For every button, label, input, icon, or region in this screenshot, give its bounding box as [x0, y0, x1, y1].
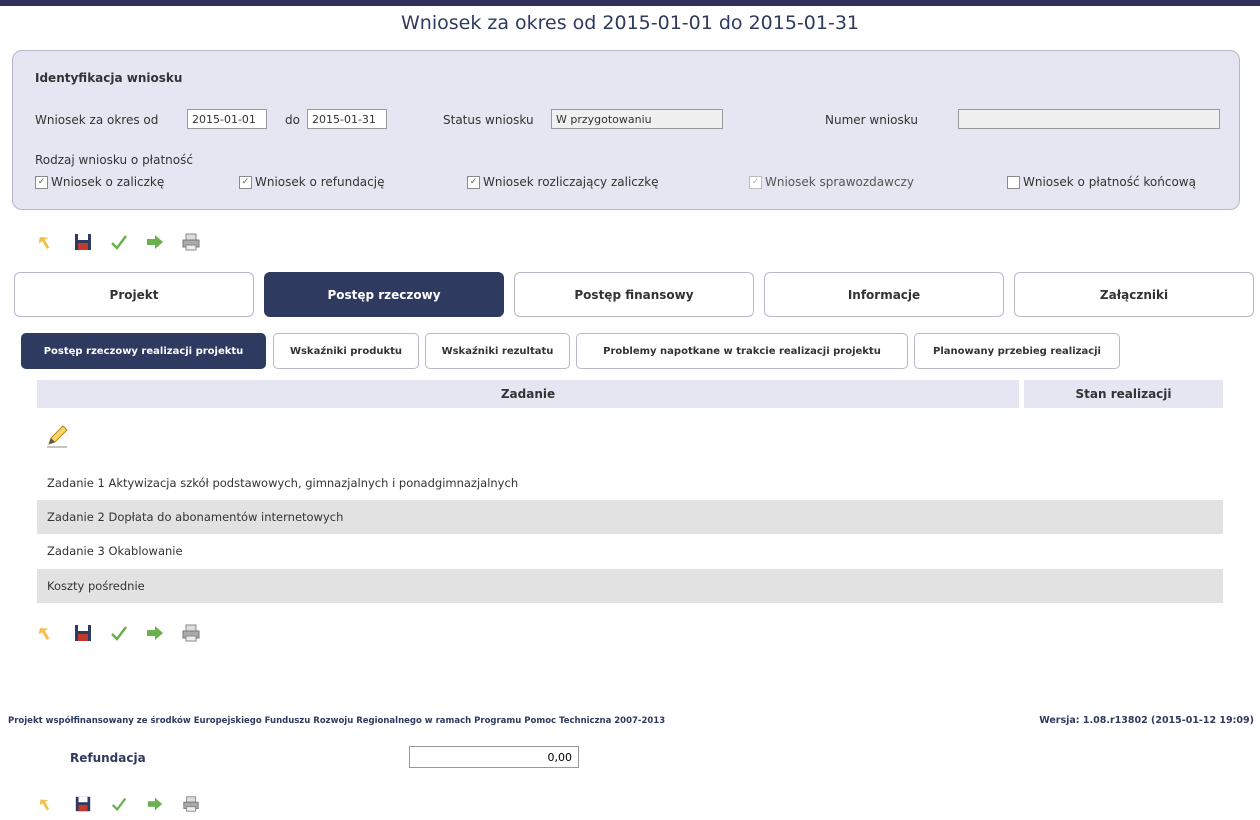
refundacja-label: Refundacja [70, 751, 146, 765]
check-icon[interactable] [108, 793, 130, 815]
checkbox-label: Wniosek rozliczający zaliczkę [483, 175, 659, 189]
number-field [958, 109, 1220, 129]
checkbox-box[interactable]: ✓ [35, 175, 48, 189]
tab-informacje[interactable]: Informacje [764, 272, 1004, 317]
footer-cofinancing-text: Projekt współfinansowany ze środków Euro… [8, 716, 666, 726]
row-zadanie: Koszty pośrednie [47, 579, 145, 593]
page-title: Wniosek za okres od 2015-01-01 do 2015-0… [401, 12, 859, 34]
forward-icon[interactable] [144, 793, 166, 815]
column-header-zadanie: Zadanie [37, 380, 1019, 408]
checkbox-box[interactable] [1007, 175, 1020, 189]
subtab-postep-rzeczowy-realizacji[interactable]: Postęp rzeczowy realizacji projektu [21, 333, 266, 369]
period-from-label: Wniosek za okres od [35, 113, 159, 127]
table-row[interactable]: Zadanie 3 Okablowanie [37, 534, 1223, 568]
print-icon[interactable] [180, 231, 202, 253]
identification-heading: Identyfikacja wniosku [35, 71, 183, 85]
subtab-wskazniki-produktu[interactable]: Wskaźniki produktu [273, 333, 419, 369]
subtab-planowany-przebieg[interactable]: Planowany przebieg realizacji [914, 333, 1120, 369]
checkbox-zaliczka[interactable]: ✓ Wniosek o zaliczkę [35, 175, 164, 189]
period-from-input[interactable] [187, 109, 267, 129]
top-border [0, 0, 1260, 6]
toolbar-bottom [36, 622, 202, 644]
save-icon[interactable] [72, 231, 94, 253]
checkbox-rozliczajacy[interactable]: ✓ Wniosek rozliczający zaliczkę [467, 175, 659, 189]
period-to-input[interactable] [307, 109, 387, 129]
tab-postep-finansowy[interactable]: Postęp finansowy [514, 272, 754, 317]
status-field [551, 109, 723, 129]
number-label: Numer wniosku [825, 113, 918, 127]
subtab-wskazniki-rezultatu[interactable]: Wskaźniki rezultatu [425, 333, 570, 369]
checkbox-box[interactable]: ✓ [467, 175, 480, 189]
forward-icon[interactable] [144, 622, 166, 644]
subtab-problemy[interactable]: Problemy napotkane w trakcie realizacji … [576, 333, 908, 369]
undo-icon[interactable] [36, 231, 58, 253]
row-zadanie: Zadanie 1 Aktywizacja szkół podstawowych… [47, 476, 519, 490]
checkbox-label: Wniosek o płatność końcową [1023, 175, 1196, 189]
period-to-label: do [285, 113, 300, 127]
checkbox-sprawozdawczy: ✓ Wniosek sprawozdawczy [749, 175, 914, 189]
row-zadanie: Zadanie 3 Okablowanie [47, 544, 183, 558]
checkbox-label: Wniosek o zaliczkę [51, 175, 165, 189]
row-zadanie: Zadanie 2 Dopłata do abonamentów interne… [47, 510, 344, 524]
print-icon[interactable] [180, 793, 202, 815]
table-row[interactable]: Zadanie 2 Dopłata do abonamentów interne… [37, 500, 1223, 534]
forward-icon[interactable] [144, 231, 166, 253]
tab-postep-rzeczowy[interactable]: Postęp rzeczowy [264, 272, 504, 317]
edit-icon[interactable] [44, 423, 70, 449]
checkbox-label: Wniosek sprawozdawczy [765, 175, 914, 189]
payment-type-label: Rodzaj wniosku o płatność [35, 153, 193, 167]
table-row[interactable]: Zadanie 1 Aktywizacja szkół podstawowych… [37, 466, 1223, 500]
check-icon[interactable] [108, 231, 130, 253]
tab-projekt[interactable]: Projekt [14, 272, 254, 317]
undo-icon[interactable] [36, 622, 58, 644]
check-icon[interactable] [108, 622, 130, 644]
save-icon[interactable] [72, 793, 94, 815]
save-icon[interactable] [72, 622, 94, 644]
print-icon[interactable] [180, 622, 202, 644]
toolbar-top [36, 231, 202, 253]
toolbar-footer [36, 793, 202, 815]
refundacja-input[interactable] [409, 746, 579, 768]
checkbox-label: Wniosek o refundację [255, 175, 385, 189]
checkbox-refundacja[interactable]: ✓ Wniosek o refundację [239, 175, 384, 189]
undo-icon[interactable] [36, 793, 58, 815]
footer-version: Wersja: 1.08.r13802 (2015-01-12 19:09) [1039, 715, 1254, 726]
checkbox-koncowa[interactable]: Wniosek o płatność końcową [1007, 175, 1196, 189]
identification-panel: Identyfikacja wniosku Wniosek za okres o… [12, 50, 1240, 210]
column-header-stan-realizacji: Stan realizacji [1024, 380, 1223, 408]
status-label: Status wniosku [443, 113, 534, 127]
table-row[interactable]: Koszty pośrednie [37, 569, 1223, 603]
checkbox-box: ✓ [749, 175, 762, 189]
checkbox-box[interactable]: ✓ [239, 175, 252, 189]
tab-zalaczniki[interactable]: Załączniki [1014, 272, 1254, 317]
